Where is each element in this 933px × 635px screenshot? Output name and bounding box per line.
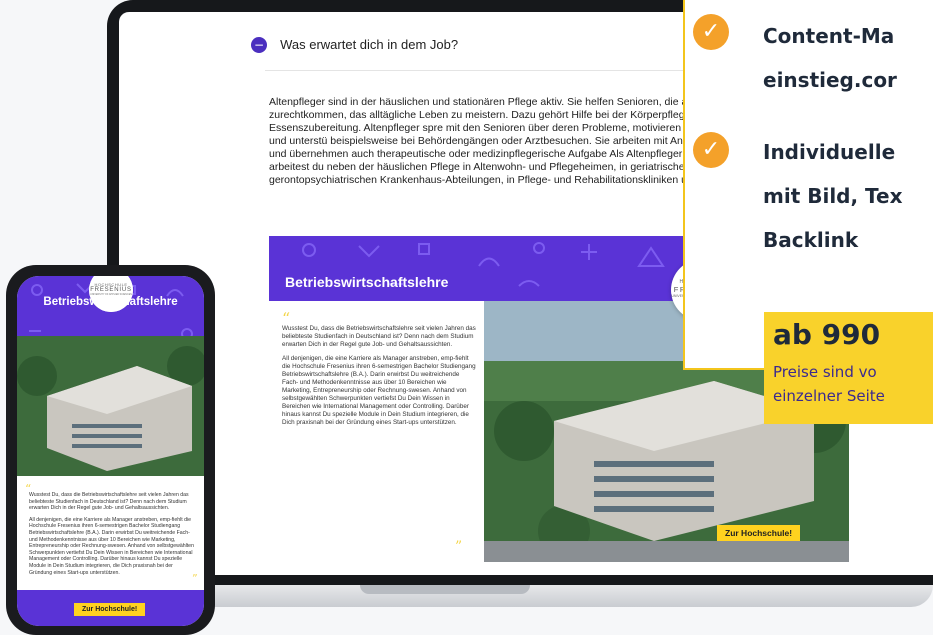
collapse-minus-icon[interactable]: −: [251, 36, 267, 53]
feature-text: Content-Ma einstieg.cor: [763, 14, 897, 102]
feature-line: Backlink: [763, 228, 859, 252]
article-text-column: “ Wusstest Du, dass die Betriebswirtscha…: [269, 301, 484, 562]
article-title: Betriebswirtschaftslehre: [285, 274, 449, 290]
quote-close-icon: ”: [192, 572, 198, 585]
phone-paragraph: Wusstest Du, dass die Betriebswirtschaft…: [29, 492, 189, 512]
zur-hochschule-button[interactable]: Zur Hochschule!: [717, 525, 801, 541]
zur-hochschule-button[interactable]: Zur Hochschule!: [74, 603, 146, 616]
quote-close-icon: ”: [455, 539, 463, 555]
article-paragraph: All denjenigen, die eine Karriere als Ma…: [282, 355, 476, 426]
price-value: ab 990: [773, 318, 881, 351]
phone-campus-photo: [17, 336, 204, 476]
check-circle-icon: ✓: [693, 14, 729, 50]
faq-question: Was erwartet dich in dem Job?: [280, 37, 459, 52]
price-box: ab 990 Preise sind vo einzelner Seite: [764, 312, 933, 424]
feature-item: ✓: [693, 14, 729, 50]
article-text: Wusstest Du, dass die Betriebswirtschaft…: [282, 325, 477, 427]
feature-line: Individuelle: [763, 140, 896, 164]
feature-line: einstieg.cor: [763, 68, 897, 92]
article-paragraph: Wusstest Du, dass die Betriebswirtschaft…: [282, 325, 476, 348]
feature-line: mit Bild, Tex: [763, 184, 903, 208]
check-circle-icon: ✓: [693, 132, 729, 168]
feature-item: ✓: [693, 132, 729, 168]
laptop-notch: [360, 585, 530, 594]
phone-text: Wusstest Du, dass die Betriebswirtschaft…: [29, 492, 194, 576]
price-note: Preise sind vo einzelner Seite: [773, 363, 885, 405]
faq-item[interactable]: − Was erwartet dich in dem Job?: [251, 34, 458, 53]
feature-line: Content-Ma: [763, 24, 895, 48]
feature-text: Individuelle mit Bild, Tex Backlink: [763, 130, 903, 262]
phone-screen: Betriebswirtschaftslehre HOCHSCHULE FRES…: [17, 276, 204, 626]
phone-paragraph: All denjenigen, die eine Karriere als Ma…: [29, 516, 194, 576]
campus-building-illustration: [17, 336, 204, 476]
